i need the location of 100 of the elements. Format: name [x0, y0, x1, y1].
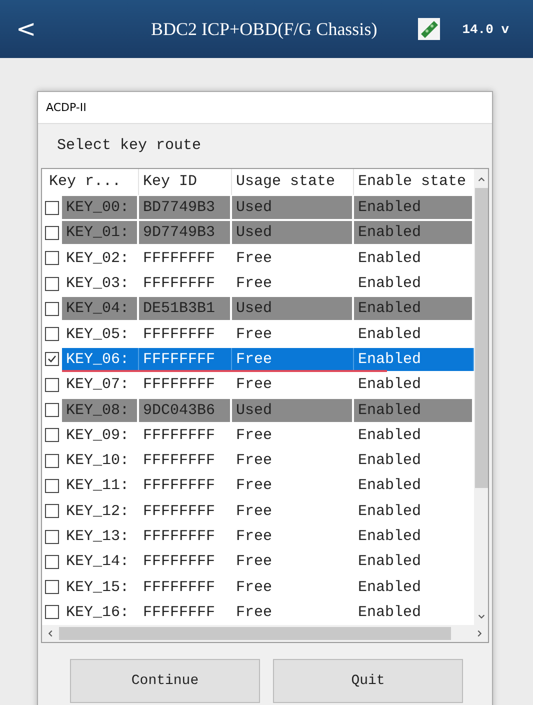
list-row[interactable]: KEY_03: FFFFFFFF Free Enabled	[62, 272, 474, 296]
table-cell-text: KEY_12:	[65, 502, 130, 522]
table-cell-text: FFFFFFFF	[142, 375, 216, 396]
checkbox[interactable]	[45, 226, 59, 240]
list-row[interactable]: KEY_08: 9DC043B6 Used Enabled	[62, 398, 474, 422]
table-cell: Used	[232, 297, 354, 320]
table-cell-text: KEY_13:	[65, 527, 130, 547]
checkbox[interactable]	[45, 428, 59, 442]
scroll-left-icon[interactable]	[46, 629, 55, 638]
table-cell-text: FFFFFFFF	[142, 274, 216, 294]
list-row[interactable]: KEY_14: FFFFFFFF Free Enabled	[62, 550, 474, 574]
table-cell-text: Enabled	[357, 602, 422, 623]
table-cell-text: Free	[235, 552, 274, 572]
table-cell-text: FFFFFFFF	[142, 476, 216, 496]
table-cell: 9DC043B6	[139, 398, 232, 422]
table-cell-text: KEY_05:	[65, 324, 130, 345]
list-row[interactable]: KEY_07: FFFFFFFF Free Enabled	[62, 373, 474, 396]
table-cell-text: KEY_11:	[65, 476, 130, 496]
table-cell-text: KEY_15:	[65, 578, 130, 598]
dialog-button[interactable]: Continue	[70, 659, 260, 704]
list-row[interactable]: KEY_10: FFFFFFFF Free Enabled	[62, 449, 474, 472]
table-cell: DE51B3B1	[139, 297, 232, 320]
table-cell: Used	[232, 196, 354, 220]
table-cell-text: FFFFFFFF	[142, 324, 216, 345]
table-cell: KEY_08:	[62, 398, 139, 422]
table-cell-text: Free	[235, 324, 274, 345]
list-row[interactable]: KEY_02: FFFFFFFF Free Enabled	[62, 246, 474, 270]
list-row[interactable]: KEY_11: FFFFFFFF Free Enabled	[62, 474, 474, 498]
checkbox[interactable]	[45, 352, 59, 366]
table-cell-text: FFFFFFFF	[142, 451, 216, 472]
table-cell-text: Enabled	[357, 324, 422, 345]
table-cell: KEY_00:	[62, 196, 139, 220]
checkbox[interactable]	[45, 454, 59, 468]
checkbox[interactable]	[45, 403, 59, 418]
horizontal-scrollbar[interactable]	[42, 625, 488, 642]
list-row[interactable]: KEY_04: DE51B3B1 Used Enabled	[62, 297, 474, 320]
list-row[interactable]: KEY_12: FFFFFFFF Free Enabled	[62, 500, 474, 523]
table-cell-text: Enabled	[357, 426, 422, 446]
vertical-scrollbar[interactable]	[474, 169, 488, 626]
list-row[interactable]: KEY_16: FFFFFFFF Free Enabled	[62, 600, 474, 624]
list-row[interactable]: KEY_06: FFFFFFFF Free Enabled	[62, 348, 474, 371]
checkbox[interactable]	[45, 478, 59, 493]
table-cell: Used	[232, 221, 354, 244]
table-cell-text: Free	[235, 426, 274, 446]
table-cell-text: KEY_14:	[65, 552, 130, 572]
checkbox[interactable]	[45, 554, 59, 569]
app-title: BDC2 ICP+OBD(F/G Chassis)	[151, 18, 378, 40]
checkbox[interactable]	[45, 327, 59, 342]
checkbox[interactable]	[45, 378, 59, 392]
list-row[interactable]: KEY_01: 9D7749B3 Used Enabled	[62, 221, 474, 244]
checkbox[interactable]	[45, 530, 59, 544]
table-cell-text: Free	[235, 248, 274, 269]
list-row[interactable]: KEY_00: BD7749B3 Used Enabled	[62, 196, 474, 220]
table-cell-text: Enabled	[357, 451, 422, 472]
table-cell-text: Free	[235, 451, 274, 472]
dialog-title: ACDP-II	[38, 92, 492, 124]
table-cell-text: Enabled	[357, 502, 422, 522]
dialog-button[interactable]: Quit	[273, 659, 463, 704]
scroll-down-icon[interactable]	[476, 612, 486, 622]
table-cell-text: Free	[235, 476, 274, 496]
table-cell-text: FFFFFFFF	[142, 602, 216, 623]
table-cell-text: FFFFFFFF	[142, 527, 216, 547]
table-cell-text: Free	[235, 527, 274, 547]
list-row[interactable]: KEY_13: FFFFFFFF Free Enabled	[62, 525, 474, 548]
column-header[interactable]: Key ID	[139, 169, 232, 195]
circuit-board-icon	[418, 18, 440, 40]
table-cell: 9D7749B3	[139, 221, 232, 244]
table-cell-text: Free	[235, 274, 274, 294]
table-cell-text: FFFFFFFF	[142, 552, 216, 572]
back-button[interactable]: <	[16, 15, 56, 43]
list-row[interactable]: KEY_05: FFFFFFFF Free Enabled	[62, 322, 474, 346]
table-cell-text: Enabled	[357, 578, 422, 598]
checkbox[interactable]	[45, 251, 59, 266]
table-cell-text: KEY_10:	[65, 451, 130, 472]
table-cell-text: KEY_07:	[65, 375, 130, 396]
checkbox[interactable]	[45, 200, 59, 215]
checkbox[interactable]	[45, 605, 59, 620]
list-row[interactable]: KEY_15: FFFFFFFF Free Enabled	[62, 576, 474, 599]
column-header[interactable]: Usage state	[232, 169, 354, 195]
table-cell-text: Enabled	[357, 375, 422, 396]
table-cell-text: FFFFFFFF	[142, 248, 216, 269]
list-row[interactable]: KEY_09: FFFFFFFF Free Enabled	[62, 424, 474, 447]
table-cell: Used	[232, 398, 354, 422]
table-cell-text: Enabled	[357, 527, 422, 547]
table-cell-text: KEY_03:	[65, 274, 130, 294]
table-cell-text: KEY_09:	[65, 426, 130, 446]
column-header[interactable]: Enable state	[354, 169, 474, 195]
checkbox[interactable]	[45, 580, 59, 594]
checkbox[interactable]	[45, 276, 59, 291]
column-header[interactable]: Key r...	[45, 169, 139, 195]
table-cell-text: KEY_16:	[65, 602, 130, 623]
scroll-right-icon[interactable]	[475, 629, 484, 638]
table-cell-text: Enabled	[357, 476, 422, 496]
table-cell-text: FFFFFFFF	[142, 502, 216, 522]
scroll-up-icon[interactable]	[476, 175, 486, 184]
prompt-text: Select key route	[56, 136, 202, 156]
checkbox[interactable]	[45, 504, 59, 518]
table-cell-text: Free	[235, 602, 274, 623]
checkbox[interactable]	[45, 302, 59, 316]
table-cell-text: Free	[235, 578, 274, 598]
